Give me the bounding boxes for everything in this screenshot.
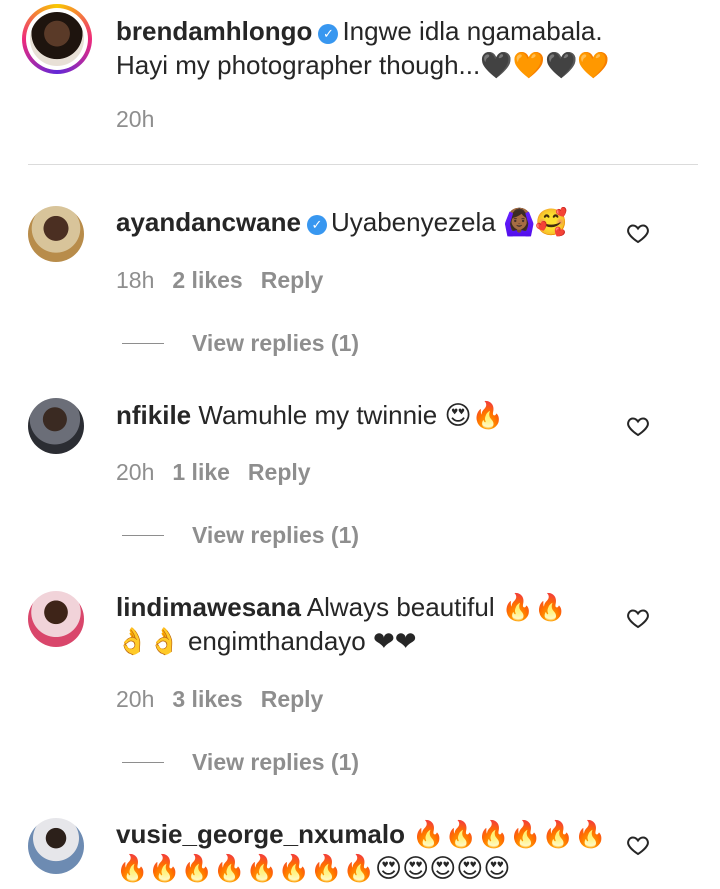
caption-line-2: Hayi my photographer though...🖤🧡🖤🧡 bbox=[116, 50, 610, 80]
comment-body-line-2: 🔥🔥🔥🔥🔥🔥🔥🔥😍😍😍😍😍 bbox=[116, 853, 511, 883]
avatar[interactable] bbox=[28, 398, 84, 454]
post-meta: 20h bbox=[116, 106, 172, 133]
comment-text: vusie_george_nxumalo 🔥🔥🔥🔥🔥🔥 🔥🔥🔥🔥🔥🔥🔥🔥😍😍😍😍… bbox=[116, 817, 606, 885]
view-replies-label[interactable]: View replies (1) bbox=[192, 749, 359, 776]
reply-button[interactable]: Reply bbox=[261, 686, 324, 712]
comment-username[interactable]: nfikile bbox=[116, 400, 191, 430]
comment-likes[interactable]: 3 likes bbox=[172, 686, 242, 712]
avatar[interactable] bbox=[28, 591, 84, 647]
heart-outline-icon[interactable] bbox=[626, 606, 650, 630]
comment-meta: 20h 1 like Reply bbox=[116, 459, 329, 486]
heart-outline-icon[interactable] bbox=[626, 221, 650, 245]
view-replies-line bbox=[122, 343, 164, 344]
comment-username[interactable]: vusie_george_nxumalo bbox=[116, 819, 405, 849]
post-author-avatar[interactable] bbox=[22, 4, 92, 74]
post-caption: brendamhlongo ✓ Ingwe idla ngamabala. Hayi… bbox=[116, 14, 610, 82]
comment-meta: 18h 2 likes Reply bbox=[116, 267, 341, 294]
comment-meta: 20h 3 likes Reply bbox=[116, 686, 341, 713]
avatar[interactable] bbox=[28, 818, 84, 874]
view-replies-label[interactable]: View replies (1) bbox=[192, 522, 359, 549]
verified-badge-icon: ✓ bbox=[306, 215, 327, 235]
comment-body-line-1: Always beautiful 🔥🔥 bbox=[306, 592, 567, 622]
comment-body: Uyabenyezela 🙆🏾‍♀️🥰 bbox=[330, 207, 568, 237]
comment-likes[interactable]: 2 likes bbox=[172, 267, 242, 293]
comment-time: 20h bbox=[116, 686, 155, 712]
reply-button[interactable]: Reply bbox=[248, 459, 311, 485]
view-replies-line bbox=[122, 762, 164, 763]
comment-body: Wamuhle my twinnie 😍🔥 bbox=[198, 400, 504, 430]
comment-time: 20h bbox=[116, 459, 155, 485]
comment-username[interactable]: lindimawesana bbox=[116, 592, 301, 622]
comment-text: ayandancwane ✓ Uyabenyezela 🙆🏾‍♀️🥰 bbox=[116, 205, 568, 239]
comment-username[interactable]: ayandancwane bbox=[116, 207, 301, 237]
comment-text: lindimawesana Always beautiful 🔥🔥 👌👌 eng… bbox=[116, 590, 567, 658]
caption-line-1: Ingwe idla ngamabala. bbox=[342, 16, 603, 46]
view-replies-label[interactable]: View replies (1) bbox=[192, 330, 359, 357]
comment-text: nfikile Wamuhle my twinnie 😍🔥 bbox=[116, 398, 504, 432]
comment-time: 18h bbox=[116, 267, 155, 293]
avatar-photo bbox=[30, 12, 84, 66]
comment-body-line-2: 👌👌 engimthandayo ❤❤ bbox=[116, 626, 417, 656]
avatar[interactable] bbox=[28, 206, 84, 262]
view-replies-line bbox=[122, 535, 164, 536]
heart-outline-icon[interactable] bbox=[626, 833, 650, 857]
reply-button[interactable]: Reply bbox=[261, 267, 324, 293]
comment-likes[interactable]: 1 like bbox=[172, 459, 230, 485]
divider bbox=[28, 164, 698, 165]
comment-body-line-1: 🔥🔥🔥🔥🔥🔥 bbox=[412, 819, 607, 849]
post-author-username[interactable]: brendamhlongo bbox=[116, 16, 312, 46]
verified-badge-icon: ✓ bbox=[318, 24, 339, 44]
post-time: 20h bbox=[116, 106, 155, 132]
heart-outline-icon[interactable] bbox=[626, 414, 650, 438]
